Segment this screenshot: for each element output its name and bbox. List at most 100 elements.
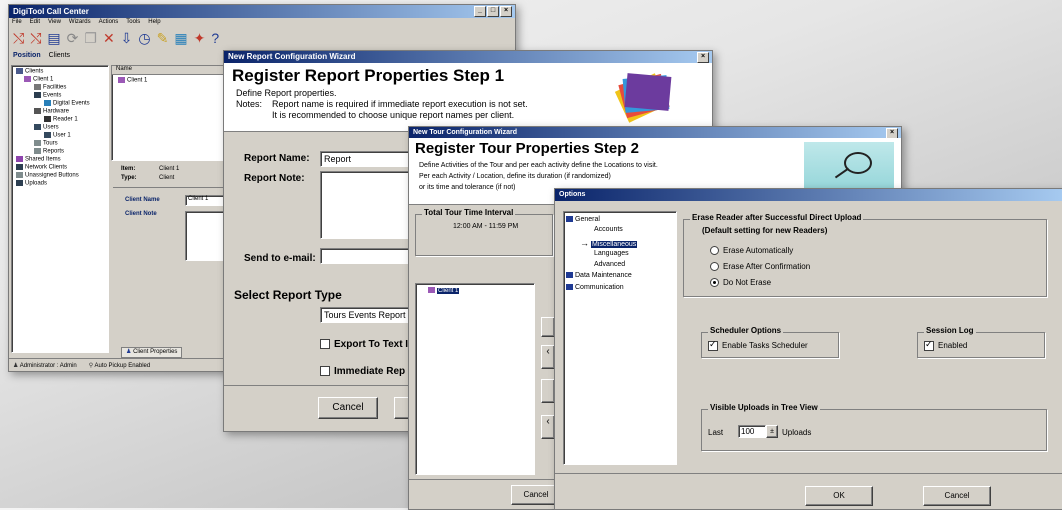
connect-icon[interactable]: ⤭ [13, 30, 24, 47]
minimize-button[interactable]: _ [474, 6, 486, 17]
tree-item-users[interactable]: Users [34, 124, 59, 131]
options-ok-button[interactable]: OK [805, 486, 873, 506]
export-checkbox-row[interactable]: Export To Text I [320, 339, 408, 350]
options-tree-data-maintenance[interactable]: Data Maintenance [566, 272, 632, 279]
toolbar: ⤭ ⤭ ▤ ⟳ ❐ ✕ ⇩ ◷ ✎ ▦ ✦ ? [9, 27, 515, 49]
radio-do-not-erase-dot[interactable] [710, 278, 719, 288]
tree-item-tours[interactable]: Tours [34, 140, 58, 147]
radio-do-not-erase[interactable]: Do Not Erase [710, 278, 771, 288]
scheduler-checkbox[interactable] [708, 339, 718, 351]
maximize-button[interactable]: □ [487, 6, 499, 17]
network-icon [16, 164, 23, 170]
tour-tree-client-1[interactable]: Client 1 [428, 287, 460, 294]
tree-item-digital-events[interactable]: Digital Events [44, 100, 90, 107]
tree-item-client-1[interactable]: Client 1 [24, 76, 53, 83]
options-tree-general[interactable]: General [566, 216, 600, 223]
client-tree[interactable]: Clients Client 1 Facilities Events Digit… [11, 65, 109, 353]
options-footer-separator [555, 473, 1062, 474]
tree-item-network-clients[interactable]: Network Clients [16, 164, 67, 171]
options-tree-communication[interactable]: Communication [566, 284, 624, 291]
folder-icon [16, 68, 23, 74]
report-icon[interactable]: ▦ [174, 30, 187, 47]
tree-item-user-1[interactable]: User 1 [44, 132, 71, 139]
tab-clients[interactable]: Clients [49, 52, 70, 59]
tour-add-button[interactable] [541, 317, 555, 337]
disconnect-icon[interactable]: ⤭ [30, 30, 41, 47]
tree-item-reader-1[interactable]: Reader 1 [44, 116, 78, 123]
immediate-checkbox[interactable] [320, 366, 330, 377]
session-log-checkbox-row[interactable]: Enabled [924, 339, 967, 351]
copy-icon[interactable]: ❐ [84, 30, 97, 47]
tab-position[interactable]: Position [13, 52, 41, 59]
options-tree-accounts[interactable]: Accounts [594, 226, 623, 233]
scheduler-group: Scheduler Options Enable Tasks Scheduler [701, 326, 839, 358]
radio-erase-automatically[interactable]: Erase Automatically [710, 246, 793, 256]
status-pickup: ⚲ Auto Pickup Enabled [88, 362, 151, 369]
options-tree[interactable]: General Accounts → Miscellaneous Languag… [563, 211, 677, 465]
options-tree-miscellaneous[interactable]: → Miscellaneous [580, 238, 638, 248]
options-tree-languages[interactable]: Languages [594, 250, 629, 257]
menu-wizards[interactable]: Wizards [69, 18, 91, 27]
help-icon[interactable]: ? [211, 30, 219, 46]
tour-down-button[interactable]: ‹ [541, 415, 555, 439]
close-button[interactable]: × [500, 6, 512, 17]
scheduler-checkbox-row[interactable]: Enable Tasks Scheduler [708, 339, 808, 351]
pickup-icon: ⚲ [88, 362, 94, 369]
tree-item-uploads[interactable]: Uploads [16, 180, 47, 187]
wizard-icon[interactable]: ✦ [194, 30, 206, 47]
report-cancel-button[interactable]: Cancel [318, 397, 378, 419]
list-header[interactable]: Name [112, 66, 232, 75]
delete-icon[interactable]: ✕ [103, 30, 115, 47]
radio-erase-automatically-dot[interactable] [710, 246, 719, 256]
props-separator [113, 187, 231, 188]
refresh-icon[interactable]: ⟳ [67, 30, 79, 47]
session-log-group: Session Log Enabled [917, 326, 1045, 358]
options-window: Options General Accounts → Miscellaneous… [554, 188, 1062, 510]
menu-file[interactable]: File [12, 18, 22, 27]
tour-wizard-title: New Tour Configuration Wizard [413, 129, 518, 136]
list-item[interactable]: Client 1 [118, 77, 147, 84]
options-title: Options [559, 191, 586, 198]
tree-item-facilities[interactable]: Facilities [34, 84, 66, 91]
tree-item-shared-items[interactable]: Shared Items [16, 156, 61, 163]
uploads-count-input[interactable]: 100 [738, 425, 766, 438]
session-log-checkbox[interactable] [924, 339, 934, 351]
close-button[interactable]: × [697, 52, 709, 63]
menu-edit[interactable]: Edit [30, 18, 40, 27]
reader-icon[interactable]: ▤ [47, 30, 60, 47]
uploads-group-title: Visible Uploads in Tree View [708, 403, 820, 412]
type-label: Type: [121, 175, 137, 181]
export-checkbox[interactable] [320, 339, 330, 350]
tour-up-button[interactable] [541, 379, 555, 403]
report-wizard-line1: Define Report properties. [236, 88, 337, 98]
tree-item-hardware[interactable]: Hardware [34, 108, 69, 115]
menu-view[interactable]: View [48, 18, 61, 27]
tree-item-events[interactable]: Events [34, 92, 61, 99]
status-user: ♟ Administrator : Admin [13, 362, 77, 369]
schedule-icon[interactable]: ◷ [138, 30, 150, 47]
tab-client-properties[interactable]: ♟ Client Properties [121, 347, 183, 358]
client-list[interactable]: Name Client 1 [111, 65, 233, 161]
tree-item-clients[interactable]: Clients [16, 68, 43, 75]
radio-erase-after-confirmation[interactable]: Erase After Confirmation [710, 262, 810, 272]
uploads-count-stepper[interactable]: ± [766, 425, 778, 438]
report-note-input[interactable] [320, 171, 422, 239]
menu-tools[interactable]: Tools [126, 18, 140, 27]
tour-client-tree[interactable]: Client 1 [415, 283, 535, 475]
tour-left-button[interactable]: ‹ [541, 345, 555, 369]
menu-help[interactable]: Help [148, 18, 160, 27]
notes-icon[interactable]: ✎ [157, 30, 169, 47]
tree-item-reports[interactable]: Reports [34, 148, 64, 155]
tree-item-unassigned-buttons[interactable]: Unassigned Buttons [16, 172, 79, 179]
menu-actions[interactable]: Actions [99, 18, 119, 27]
options-tree-advanced[interactable]: Advanced [594, 261, 625, 268]
immediate-checkbox-row[interactable]: Immediate Rep [320, 366, 405, 377]
radio-erase-after-confirmation-dot[interactable] [710, 262, 719, 272]
options-cancel-button[interactable]: Cancel [923, 486, 991, 506]
send-email-input[interactable] [320, 248, 422, 264]
data-maintenance-icon [566, 272, 573, 279]
client-note-field[interactable] [185, 211, 227, 261]
download-icon[interactable]: ⇩ [121, 30, 133, 47]
session-log-group-title: Session Log [924, 326, 976, 335]
tour-icon [34, 140, 41, 146]
